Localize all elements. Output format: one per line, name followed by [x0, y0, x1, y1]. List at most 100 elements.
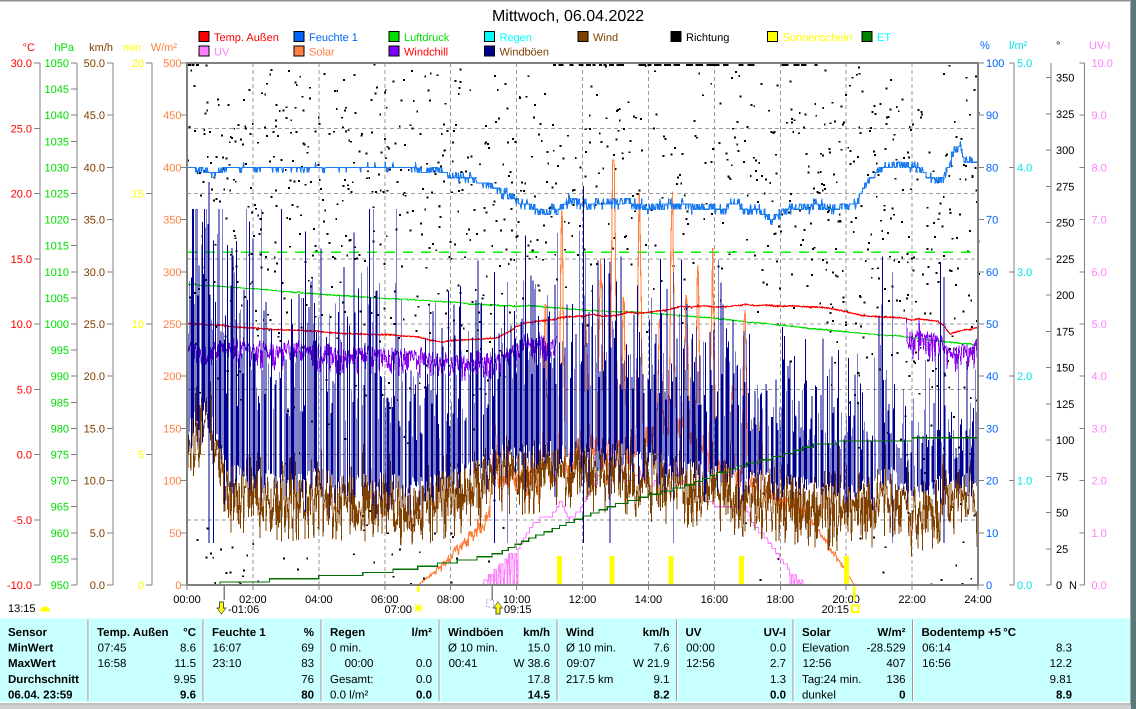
svg-text:-01:06: -01:06 — [228, 604, 259, 616]
svg-text:0.0: 0.0 — [416, 674, 432, 686]
svg-text:70: 70 — [986, 215, 998, 227]
svg-text:80: 80 — [986, 162, 998, 174]
svg-text:Durchschnitt: Durchschnitt — [8, 674, 79, 686]
svg-text:0.0: 0.0 — [770, 643, 786, 655]
svg-text:1045: 1045 — [45, 84, 69, 96]
svg-text:1050: 1050 — [45, 58, 69, 70]
svg-text:Windböen: Windböen — [448, 627, 503, 639]
svg-text:MinWert: MinWert — [8, 643, 53, 655]
svg-text:1.0: 1.0 — [1017, 476, 1032, 488]
svg-text:°C: °C — [183, 627, 196, 639]
svg-text:9.0: 9.0 — [1092, 110, 1107, 122]
svg-text:1010: 1010 — [45, 267, 69, 279]
svg-text:0.0: 0.0 — [1017, 580, 1032, 592]
svg-text:100: 100 — [986, 58, 1004, 70]
svg-text:00:00: 00:00 — [173, 594, 201, 606]
svg-text:200: 200 — [1056, 290, 1074, 302]
svg-text:W 21.9: W 21.9 — [633, 658, 669, 670]
svg-text:km/h: km/h — [523, 627, 550, 639]
svg-text:9.6: 9.6 — [180, 689, 196, 701]
svg-text:250: 250 — [1056, 218, 1074, 230]
svg-text:Bodentemp +5: Bodentemp +5 — [922, 627, 1002, 639]
svg-text:965: 965 — [51, 502, 69, 514]
svg-text:06:14: 06:14 — [922, 643, 951, 655]
svg-text:40.0: 40.0 — [84, 162, 105, 174]
svg-text:1.0: 1.0 — [1092, 528, 1107, 540]
svg-text:350: 350 — [163, 215, 181, 227]
svg-text:0: 0 — [986, 580, 992, 592]
svg-text:275: 275 — [1056, 181, 1074, 193]
svg-text:UV-I: UV-I — [1089, 40, 1110, 52]
svg-text:18:00: 18:00 — [766, 594, 794, 606]
svg-text:l/m²: l/m² — [1009, 40, 1028, 52]
svg-text:20.0: 20.0 — [84, 371, 105, 383]
svg-text:22:00: 22:00 — [898, 594, 926, 606]
svg-text:07:00: 07:00 — [384, 604, 412, 616]
svg-text:40: 40 — [986, 371, 998, 383]
svg-text:5.0: 5.0 — [1092, 319, 1107, 331]
svg-text:955: 955 — [51, 554, 69, 566]
svg-text:9.81: 9.81 — [1050, 674, 1072, 686]
svg-text:17.8: 17.8 — [528, 674, 550, 686]
svg-text:-5.0: -5.0 — [13, 515, 32, 527]
svg-text:100: 100 — [1056, 435, 1074, 447]
svg-text:2.7: 2.7 — [770, 658, 786, 670]
svg-text:0.0 l/m²: 0.0 l/m² — [330, 689, 369, 701]
svg-text:1005: 1005 — [45, 293, 69, 305]
svg-text:Sensor: Sensor — [8, 627, 48, 639]
svg-text:UV: UV — [214, 47, 230, 59]
svg-text:400: 400 — [163, 162, 181, 174]
svg-text:UV: UV — [686, 627, 702, 639]
svg-text:8.9: 8.9 — [1056, 689, 1072, 701]
svg-text:04:00: 04:00 — [305, 594, 333, 606]
svg-text:50: 50 — [1056, 508, 1068, 520]
svg-text:Windchill: Windchill — [404, 47, 448, 59]
svg-text:Ø 10 min.: Ø 10 min. — [448, 643, 498, 655]
svg-text:985: 985 — [51, 397, 69, 409]
svg-text:8.0: 8.0 — [1092, 162, 1107, 174]
svg-text:69: 69 — [301, 643, 314, 655]
svg-text:8.3: 8.3 — [1056, 643, 1072, 655]
svg-text:dunkel: dunkel — [802, 689, 836, 701]
svg-text:50: 50 — [986, 319, 998, 331]
svg-text:12:00: 12:00 — [569, 594, 597, 606]
svg-text:2.0: 2.0 — [1092, 476, 1107, 488]
svg-text:15.0: 15.0 — [528, 643, 550, 655]
svg-text:980: 980 — [51, 423, 69, 435]
svg-text:23:10: 23:10 — [213, 658, 242, 670]
svg-text:25.0: 25.0 — [84, 319, 105, 331]
svg-text:Luftdruck: Luftdruck — [404, 32, 450, 44]
svg-text:100: 100 — [163, 476, 181, 488]
svg-text:MaxWert: MaxWert — [8, 658, 56, 670]
svg-text:407: 407 — [886, 658, 905, 670]
svg-text:Tag:24 min.: Tag:24 min. — [802, 674, 861, 686]
svg-text:25: 25 — [1056, 544, 1068, 556]
svg-text:5.0: 5.0 — [1017, 58, 1032, 70]
svg-text:09:07: 09:07 — [567, 658, 596, 670]
svg-text:10.0: 10.0 — [1092, 58, 1113, 70]
svg-text:76: 76 — [301, 674, 314, 686]
svg-text:8.6: 8.6 — [180, 643, 196, 655]
svg-text:15: 15 — [132, 189, 144, 201]
svg-text:0 min.: 0 min. — [330, 643, 361, 655]
svg-text:00:00: 00:00 — [345, 658, 374, 670]
svg-text:Richtung: Richtung — [686, 32, 729, 44]
svg-text:Solar: Solar — [309, 47, 335, 59]
svg-text:Elevation: Elevation — [802, 643, 849, 655]
svg-text:8.2: 8.2 — [654, 689, 670, 701]
svg-text:1030: 1030 — [45, 162, 69, 174]
svg-text:20: 20 — [132, 58, 144, 70]
svg-text:06.04. 23:59: 06.04. 23:59 — [8, 689, 73, 701]
svg-text:1020: 1020 — [45, 215, 69, 227]
svg-text:0: 0 — [175, 580, 181, 592]
svg-text:0.0: 0.0 — [416, 689, 432, 701]
svg-text:225: 225 — [1056, 254, 1074, 266]
svg-text:0.0: 0.0 — [416, 658, 432, 670]
svg-text:7.6: 7.6 — [654, 643, 670, 655]
svg-text:km/h: km/h — [89, 42, 113, 54]
svg-text:-28.529: -28.529 — [866, 643, 905, 655]
svg-text:hPa: hPa — [54, 42, 74, 54]
svg-text:09:15: 09:15 — [504, 604, 532, 616]
svg-text:-10.0: -10.0 — [7, 580, 32, 592]
svg-text:15.0: 15.0 — [11, 254, 32, 266]
